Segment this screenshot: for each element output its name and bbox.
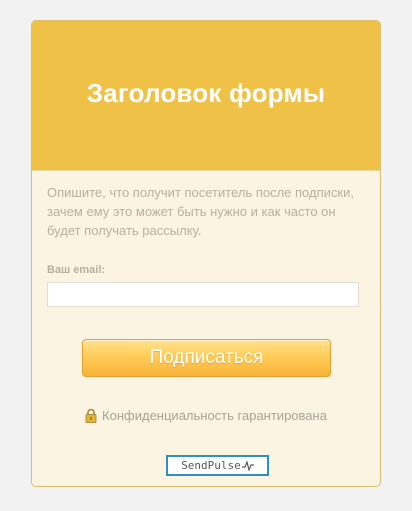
lock-icon [85, 408, 97, 423]
privacy-note: Конфиденциальность гарантирована [32, 408, 380, 423]
form-header: Заголовок формы [32, 21, 380, 171]
form-title: Заголовок формы [86, 78, 326, 108]
pulse-icon [241, 459, 254, 472]
subscription-form: Заголовок формы Опишите, что получит пос… [31, 20, 381, 487]
form-description: Опишите, что получит посетитель после по… [47, 185, 354, 238]
sendpulse-badge[interactable]: SendPulse [166, 455, 269, 476]
brand-name: SendPulse [181, 459, 241, 472]
email-label: Ваш email: [47, 264, 106, 276]
privacy-text: Конфиденциальность гарантирована [102, 408, 327, 423]
subscribe-button[interactable]: Подписаться [82, 339, 331, 377]
email-field[interactable] [47, 282, 359, 307]
